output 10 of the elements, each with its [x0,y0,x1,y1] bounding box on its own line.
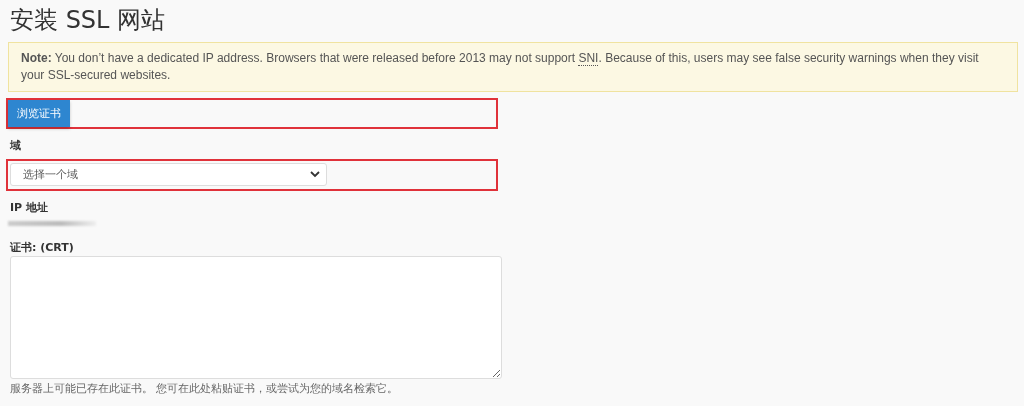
field-label: 域 [10,138,22,153]
help-text: 服务器上可能已存在此证书。 您可在此处粘贴证书，或尝试为您的域名检索它。 [10,381,400,396]
page-title: 安装 SSL 网站 [10,5,167,36]
field-label: IP 地址 [10,200,49,215]
browse-button[interactable]: 浏览证书 [8,100,70,127]
certificate-field[interactable] [10,256,502,379]
note-text: Note: You don’t have a dedicated IP address. Browsers that were released before 2013 may not support SNI. Because of this, users may see false security warnings when they visit your SSL-secured websites. [21,50,980,84]
domain-select[interactable]: 选择一个域 [10,163,327,186]
chevron-icon [310,171,320,178]
field-label: 证书: (CRT) [10,240,75,255]
